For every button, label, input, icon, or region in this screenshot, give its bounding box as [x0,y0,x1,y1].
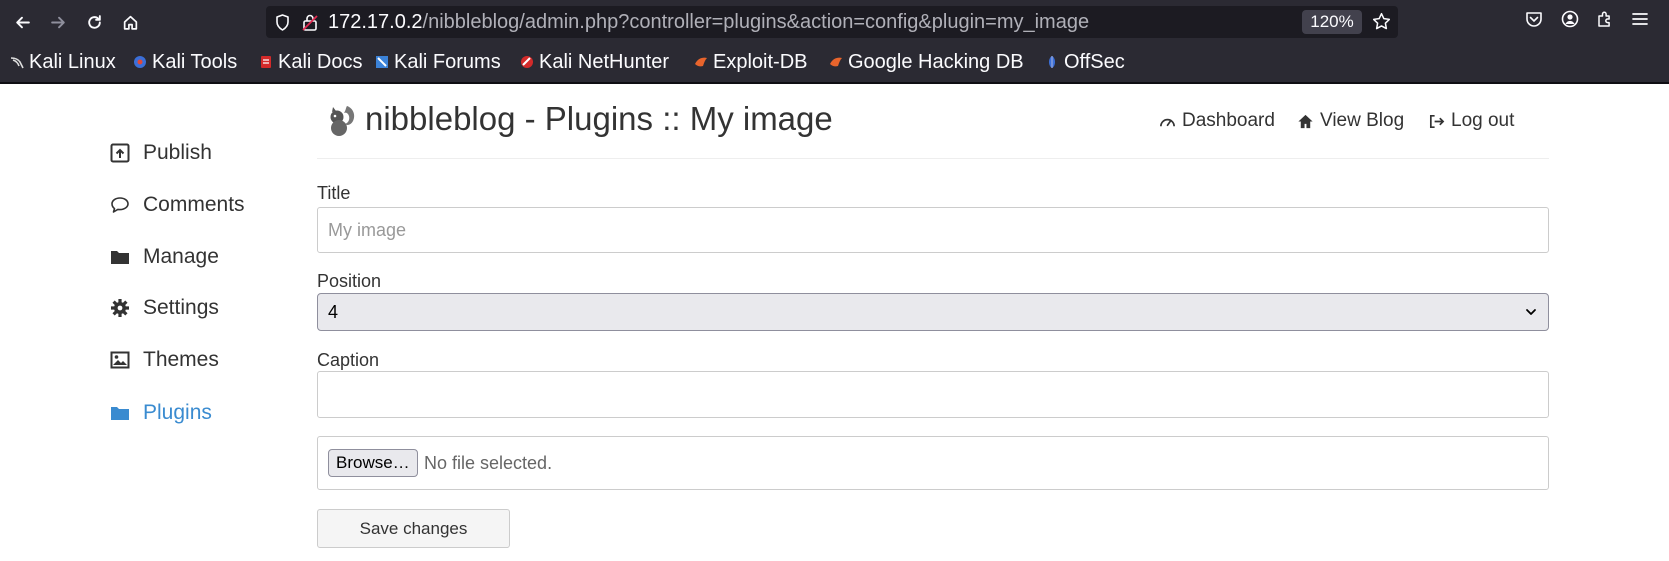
position-label: Position [317,271,382,291]
bookmark-kali-docs[interactable]: Kali Docs [259,50,362,74]
url-path: /nibbleblog/admin.php?controller=plugins… [422,11,1090,33]
sidebar-item-label: Plugins [143,401,212,424]
browse-button[interactable]: Browse… [328,449,418,477]
offsec-icon [1049,56,1055,68]
home-button[interactable] [116,8,144,36]
bookmark-label: Kali Tools [152,50,238,73]
bookmark-star-icon[interactable] [1372,12,1391,36]
folder-icon [111,251,129,264]
caption-input[interactable] [317,371,1549,418]
bookmark-label: Kali NetHunter [539,50,670,73]
dashboard-link-label: Dashboard [1182,110,1275,131]
sidebar-item-manage[interactable]: Manage [110,245,219,269]
logout-link-label: Log out [1451,110,1515,131]
view-blog-link[interactable]: View Blog [1297,110,1404,132]
menu-icon[interactable] [1631,10,1649,33]
bookmark-kali-tools[interactable]: Kali Tools [133,50,237,74]
publish-icon [110,143,130,163]
account-icon[interactable] [1561,10,1579,33]
back-button[interactable] [8,8,36,36]
bookmark-exploit-db[interactable]: Exploit-DB [694,50,807,74]
dashboard-link[interactable]: Dashboard [1159,110,1275,132]
view-blog-link-label: View Blog [1320,110,1405,131]
kali-dragon-icon [10,57,24,69]
sidebar-item-label: Themes [143,348,219,371]
logout-link[interactable]: Log out [1428,110,1514,132]
bookmark-kali-nethunter[interactable]: Kali NetHunter [520,50,669,74]
shield-icon[interactable] [275,14,290,36]
url-text[interactable]: 172.17.0.2/nibbleblog/admin.php?controll… [328,11,1089,33]
bookmarks-bar: Kali Linux Kali Tools Kali Docs Kali For… [0,44,1669,84]
title-input[interactable] [317,207,1549,253]
image-file-input[interactable]: Browse… No file selected. [317,436,1549,490]
url-bar[interactable]: 172.17.0.2/nibbleblog/admin.php?controll… [266,6,1398,38]
pocket-icon[interactable] [1525,10,1543,33]
nethunter-icon [521,56,533,68]
sidebar-item-label: Comments [143,193,245,216]
bookmark-offsec[interactable]: OffSec [1045,50,1125,74]
nibbleblog-squirrel-logo [330,106,355,136]
position-select[interactable]: 4 [317,293,1549,331]
arrow-left-icon [15,16,30,28]
bookmark-kali-linux[interactable]: Kali Linux [10,50,116,74]
kali-docs-icon [261,56,271,68]
position-selected-value: 4 [328,301,339,322]
bookmark-label: Kali Forums [394,50,501,73]
gear-icon [111,299,129,317]
sidebar-item-plugins[interactable]: Plugins [110,401,212,425]
comment-icon [111,197,129,213]
header-divider [317,158,1549,159]
browser-toolbar: 172.17.0.2/nibbleblog/admin.php?controll… [0,0,1669,44]
ghdb-icon [830,57,842,67]
dashboard-icon [1160,118,1175,126]
bookmark-label: Kali Docs [278,50,363,73]
home-icon [123,15,137,30]
bookmark-label: Google Hacking DB [848,50,1024,73]
file-status-text: No file selected. [424,453,553,473]
zoom-level-badge[interactable]: 120% [1302,10,1362,34]
arrow-right-icon [50,16,65,28]
reload-icon [87,14,101,29]
extensions-icon[interactable] [1596,10,1614,33]
forward-button[interactable] [44,8,72,36]
home-icon [1298,114,1313,128]
sidebar-item-comments[interactable]: Comments [110,193,245,217]
chevron-down-icon [1526,309,1536,315]
sidebar-item-themes[interactable]: Themes [110,348,219,372]
sidebar-item-publish[interactable]: Publish [110,141,212,165]
bookmark-label: OffSec [1064,50,1125,73]
sidebar-item-label: Settings [143,296,219,319]
bookmark-kali-forums[interactable]: Kali Forums [375,50,501,74]
reload-button[interactable] [80,8,108,36]
kali-tools-icon [134,56,146,68]
caption-label: Caption [317,350,380,370]
picture-icon [110,351,130,369]
exploit-db-icon [695,57,707,67]
folder-open-icon [111,407,129,420]
page-title: nibbleblog - Plugins :: My image [365,100,833,137]
bookmark-label: Exploit-DB [713,50,808,73]
kali-forums-icon [376,56,388,68]
sidebar-item-label: Manage [143,245,219,268]
insecure-lock-icon[interactable] [302,13,318,36]
save-changes-button[interactable]: Save changes [317,509,510,548]
bookmark-google-hacking-db[interactable]: Google Hacking DB [829,50,1024,74]
bookmark-label: Kali Linux [29,50,116,73]
sidebar-item-settings[interactable]: Settings [110,296,219,320]
title-label: Title [317,183,351,203]
url-host: 172.17.0.2 [328,11,423,33]
logout-icon [1429,114,1445,128]
sidebar-item-label: Publish [143,141,212,164]
